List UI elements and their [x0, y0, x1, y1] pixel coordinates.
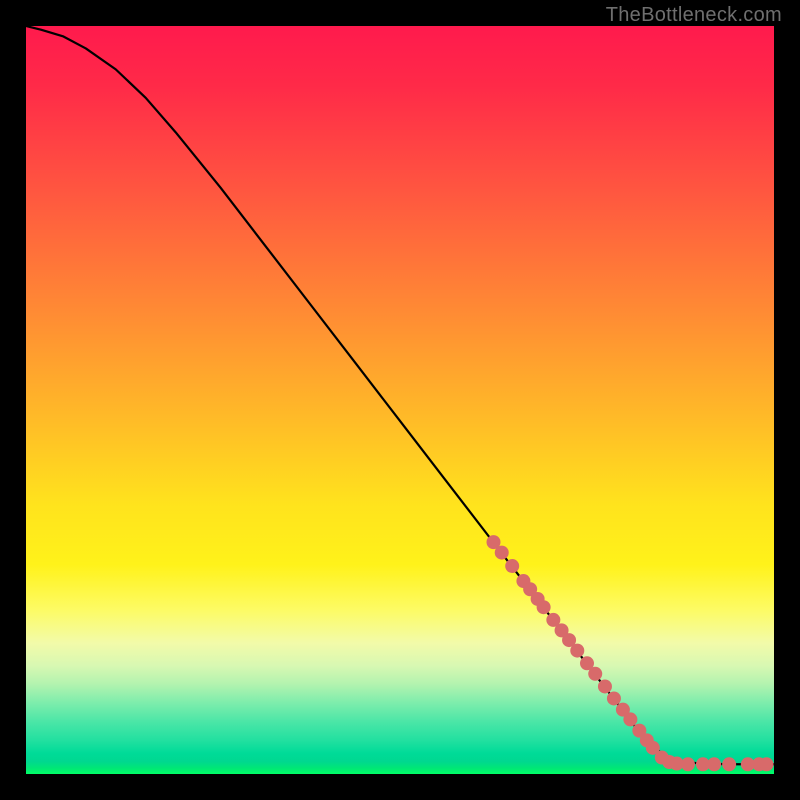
- data-dot: [588, 667, 602, 681]
- data-dot: [570, 644, 584, 658]
- data-dot: [623, 712, 637, 726]
- data-dot: [537, 600, 551, 614]
- main-curve-line: [26, 26, 774, 764]
- watermark-text: TheBottleneck.com: [606, 4, 782, 27]
- data-dot: [707, 757, 721, 771]
- data-dot: [722, 757, 736, 771]
- data-dot: [598, 679, 612, 693]
- data-dot: [681, 757, 695, 771]
- plot-area: [26, 26, 774, 774]
- chart-stage: TheBottleneck.com: [0, 0, 800, 800]
- data-dot: [607, 691, 621, 705]
- data-dot: [760, 757, 774, 771]
- data-dot: [495, 546, 509, 560]
- data-dots-group: [487, 535, 774, 771]
- chart-svg: [26, 26, 774, 774]
- data-dot: [505, 559, 519, 573]
